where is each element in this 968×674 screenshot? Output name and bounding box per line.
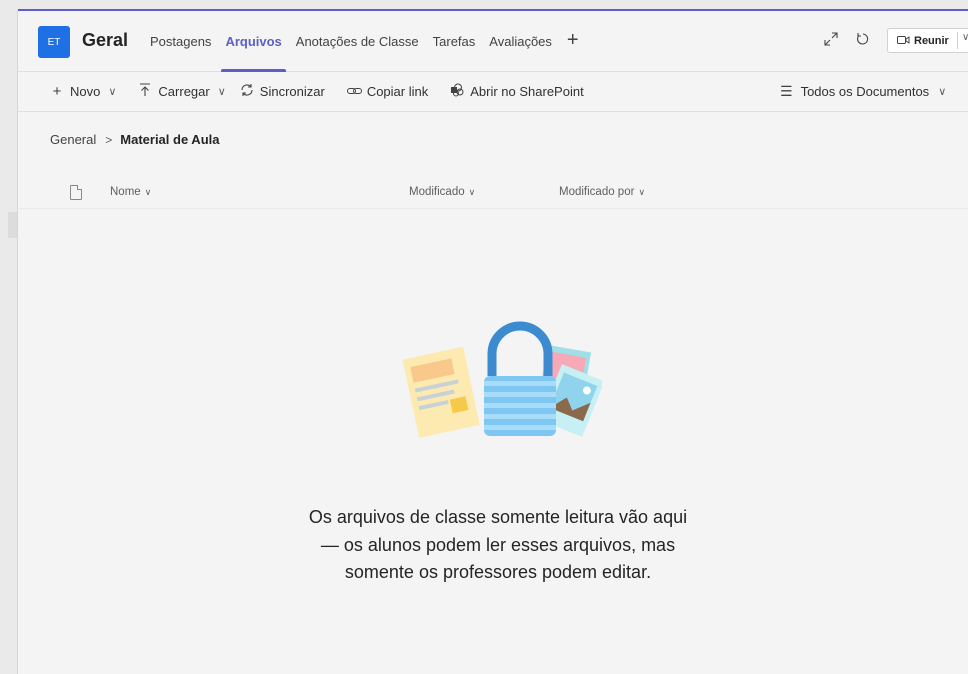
new-button-label: Novo [70, 84, 101, 99]
copy-link-button[interactable]: Copiar link [346, 83, 429, 100]
upload-button[interactable]: Carregar ∨ [138, 82, 226, 101]
column-modified-by[interactable]: Modificado por ∨ [559, 186, 645, 198]
file-list-header: Nome ∨ Modificado ∨ Modificado por ∨ [18, 179, 968, 209]
column-name-label: Nome [110, 186, 141, 198]
chevron-down-icon: ∨ [468, 186, 476, 197]
view-selector-label: Todos os Documentos [800, 84, 930, 99]
expand-icon[interactable] [824, 32, 838, 50]
list-lines-icon: ☰ [780, 83, 793, 99]
sync-button[interactable]: Sincronizar [240, 83, 325, 101]
sync-button-label: Sincronizar [259, 84, 325, 99]
tab-avaliacoes[interactable]: Avaliações [482, 10, 559, 72]
channel-header: ET Geral Postagens Arquivos Anotações de… [18, 11, 968, 72]
tab-tarefas[interactable]: Tarefas [426, 10, 483, 72]
upload-button-label: Carregar [158, 84, 210, 99]
tab-anotacoes-de-classe[interactable]: Anotações de Classe [289, 10, 426, 72]
column-modified[interactable]: Modificado ∨ [409, 186, 475, 198]
chevron-down-icon: ∨ [144, 186, 152, 197]
column-modified-label: Modificado [409, 186, 465, 198]
refresh-icon[interactable] [856, 32, 870, 50]
sync-icon [240, 83, 254, 101]
chevron-down-icon: ∨ [638, 186, 646, 197]
chevron-right-icon: > [105, 132, 113, 147]
files-tab-view: ET Geral Postagens Arquivos Anotações de… [18, 11, 968, 674]
sharepoint-icon [450, 83, 464, 101]
meet-button-label: Reunir [914, 34, 949, 47]
locked-files-illustration [402, 321, 602, 438]
plus-icon: + [566, 29, 579, 51]
chevron-down-icon[interactable]: ∨ [962, 32, 968, 43]
column-modified-by-label: Modificado por [559, 186, 635, 198]
add-tab-button[interactable]: + [559, 9, 587, 72]
tab-postagens[interactable]: Postagens [143, 10, 218, 72]
team-avatar[interactable]: ET [38, 26, 70, 58]
open-sharepoint-button-label: Abrir no SharePoint [470, 84, 584, 99]
command-bar: + Novo ∨ Carregar ∨ Sincronizar Copiar l… [18, 72, 968, 112]
chevron-down-icon: ∨ [217, 86, 226, 98]
open-sharepoint-button[interactable]: Abrir no SharePoint [450, 83, 584, 101]
upload-icon [138, 82, 152, 101]
tab-arquivos[interactable]: Arquivos [218, 10, 288, 72]
breadcrumb-root[interactable]: General [50, 132, 96, 147]
empty-state-message: Os arquivos de classe somente leitura vã… [308, 507, 688, 582]
video-camera-icon [897, 34, 910, 48]
column-name[interactable]: Nome ∨ [110, 186, 151, 198]
left-rail [0, 0, 18, 674]
channel-title: Geral [82, 30, 129, 50]
view-selector[interactable]: ☰ Todos os Documentos ∨ [780, 83, 946, 100]
breadcrumb-current: Material de Aula [120, 132, 220, 147]
meet-button[interactable]: Reunir ∨ [887, 28, 968, 53]
copy-link-button-label: Copiar link [366, 84, 429, 99]
meet-button-divider [957, 32, 958, 49]
chevron-down-icon: ∨ [108, 86, 117, 98]
breadcrumb: General > Material de Aula [50, 132, 219, 147]
chevron-down-icon: ∨ [938, 86, 947, 98]
file-type-icon[interactable] [70, 185, 82, 200]
link-icon [346, 83, 362, 100]
channel-tabs: Postagens Arquivos Anotações de Classe T… [143, 11, 587, 72]
plus-icon: + [52, 83, 62, 100]
new-button[interactable]: + Novo ∨ [50, 83, 117, 100]
